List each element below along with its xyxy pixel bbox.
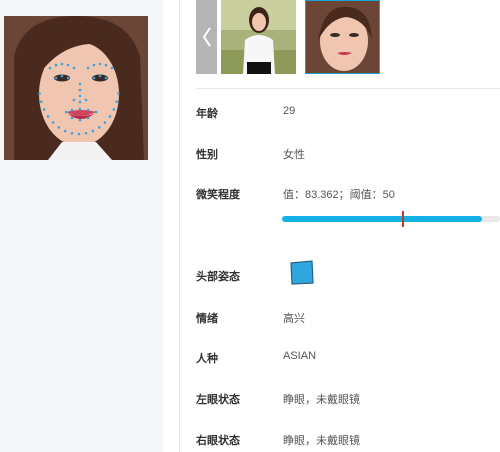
smile-value-text: 值：83.362；阈值：50 bbox=[283, 189, 395, 201]
face-landmark-dot bbox=[54, 76, 58, 80]
face-landmark-dot bbox=[70, 131, 74, 135]
face-landmark-dot bbox=[104, 76, 108, 80]
face-landmark-dot bbox=[77, 132, 81, 136]
row-right-eye: 右眼状态 睁眼，未戴眼镜 bbox=[196, 432, 500, 452]
head-pose-cube-icon bbox=[288, 260, 316, 291]
smile-label: 微笑程度 bbox=[196, 189, 240, 201]
section-divider bbox=[196, 88, 500, 89]
face-landmark-dot bbox=[84, 98, 88, 102]
face-landmark-dot bbox=[110, 66, 114, 70]
smile-progress-bar bbox=[282, 211, 500, 227]
face-landmark-dot bbox=[94, 110, 98, 114]
face-landmark-dot bbox=[72, 66, 76, 70]
face-landmark-dot bbox=[108, 115, 112, 118]
right-eye-label: 右眼状态 bbox=[196, 435, 240, 447]
face-landmark-dot bbox=[86, 116, 90, 120]
face-landmark-dot bbox=[117, 92, 120, 95]
face-landmark-dot bbox=[98, 62, 102, 66]
face-landmark-dot bbox=[66, 76, 70, 80]
face-landmark-dot bbox=[72, 98, 76, 102]
face-landmark-dot bbox=[46, 115, 50, 118]
face-landmark-dot bbox=[103, 121, 107, 124]
race-value: ASIAN bbox=[283, 350, 317, 362]
smile-threshold-marker bbox=[402, 211, 404, 227]
head-pose-label: 头部姿态 bbox=[196, 271, 240, 283]
right-eye-value: 睁眼，未戴眼镜 bbox=[283, 435, 360, 447]
face-landmark-dot bbox=[64, 110, 68, 114]
row-gender: 性别 女性 bbox=[196, 146, 500, 166]
face-photo-with-landmarks bbox=[4, 16, 148, 160]
face-landmark-dot bbox=[104, 63, 108, 67]
face-landmark-dot bbox=[86, 108, 90, 112]
face-landmark-dot bbox=[97, 126, 101, 129]
left-panel bbox=[0, 0, 163, 452]
row-age: 年龄 29 bbox=[196, 105, 500, 125]
face-landmark-dot bbox=[78, 94, 82, 98]
face-landmark-dot bbox=[78, 107, 82, 111]
face-landmark-dot bbox=[78, 88, 82, 92]
row-smile: 微笑程度 值：83.362；阈值：50 bbox=[196, 186, 500, 206]
face-landmark-dot bbox=[115, 100, 119, 104]
face-landmark-dot bbox=[78, 118, 82, 122]
face-landmark-dot bbox=[91, 129, 95, 133]
face-landmark-dot bbox=[38, 92, 41, 95]
row-emotion: 情绪 高兴 bbox=[196, 310, 500, 330]
face-landmark-dot bbox=[42, 108, 46, 111]
left-eye-label: 左眼状态 bbox=[196, 394, 240, 406]
emotion-value: 高兴 bbox=[283, 313, 305, 325]
face-landmark-dot bbox=[92, 63, 96, 67]
face-landmark-dot bbox=[98, 74, 102, 78]
race-label: 人种 bbox=[196, 353, 218, 365]
face-landmark-dot bbox=[92, 76, 96, 80]
face-landmark-dot bbox=[70, 108, 74, 112]
face-landmark-dot bbox=[112, 108, 116, 111]
face-landmark-dot bbox=[54, 63, 58, 67]
face-landmark-dot bbox=[39, 100, 43, 104]
face-landmark-dot bbox=[57, 126, 61, 129]
prev-thumbnail-button[interactable] bbox=[196, 0, 217, 74]
face-landmark-dot bbox=[48, 66, 52, 70]
thumbnail-2-selected[interactable] bbox=[305, 0, 380, 74]
face-landmark-dot bbox=[78, 82, 82, 86]
face-landmark-dot bbox=[66, 63, 70, 67]
thumbnail-1[interactable] bbox=[221, 0, 296, 74]
face-landmark-dot bbox=[86, 66, 90, 70]
smile-progress-fill bbox=[282, 216, 482, 222]
age-value: 29 bbox=[283, 105, 296, 117]
face-landmark-dot bbox=[84, 131, 88, 135]
row-race: 人种 ASIAN bbox=[196, 350, 500, 370]
face-landmark-dot bbox=[70, 116, 74, 120]
gender-value: 女性 bbox=[283, 149, 305, 161]
face-landmark-dot bbox=[60, 62, 64, 66]
gender-label: 性别 bbox=[196, 149, 218, 161]
face-landmark-dot bbox=[78, 100, 82, 104]
chevron-left-icon bbox=[202, 27, 211, 47]
panel-divider bbox=[179, 0, 180, 452]
face-landmark-dot bbox=[51, 121, 55, 124]
face-landmark-dot bbox=[63, 129, 67, 133]
row-head-pose: 头部姿态 bbox=[196, 268, 500, 288]
age-label: 年龄 bbox=[196, 108, 218, 120]
face-landmark-dot bbox=[60, 74, 64, 78]
emotion-label: 情绪 bbox=[196, 313, 218, 325]
left-eye-value: 睁眼，未戴眼镜 bbox=[283, 394, 360, 406]
row-left-eye: 左眼状态 睁眼，未戴眼镜 bbox=[196, 391, 500, 411]
